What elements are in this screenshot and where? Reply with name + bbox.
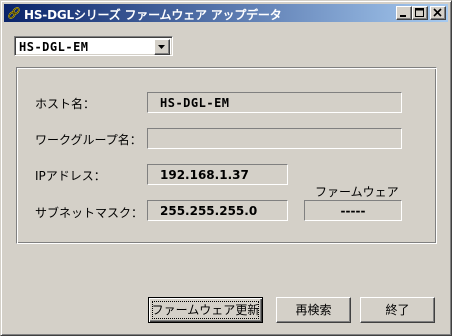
rescan-label: 再検索 — [295, 303, 332, 317]
title-bar[interactable]: HS-DGLシリーズ ファームウェア アップデータ — [4, 4, 448, 22]
firmware-update-button[interactable]: ファームウェア更新 — [148, 297, 263, 323]
maximize-icon — [415, 8, 424, 17]
host-name-field: HS-DGL-EM — [147, 92, 402, 113]
dropdown-button[interactable] — [154, 39, 170, 55]
workgroup-label: ワークグループ名： — [35, 133, 142, 147]
firmware-update-label: ファームウェア更新 — [151, 303, 260, 317]
subnet-mask-label: サブネットマスク： — [35, 206, 144, 220]
minimize-icon — [400, 15, 406, 17]
chevron-down-icon — [158, 45, 165, 49]
exit-label: 終了 — [385, 303, 410, 317]
link-chain-icon — [6, 5, 22, 21]
firmware-label: ファームウェア — [315, 185, 399, 199]
updater-window: HS-DGLシリーズ ファームウェア アップデータ HS-DGL-EM ホスト名… — [0, 0, 452, 336]
firmware-version-field: ----- — [304, 200, 402, 221]
exit-button[interactable]: 終了 — [360, 297, 435, 323]
subnet-mask-value: 255.255.255.0 — [160, 204, 258, 218]
rescan-button[interactable]: 再検索 — [276, 297, 351, 323]
maximize-button[interactable] — [412, 6, 428, 20]
device-select[interactable]: HS-DGL-EM — [14, 36, 173, 56]
host-name-label: ホスト名： — [35, 97, 96, 111]
window-title: HS-DGLシリーズ ファームウェア アップデータ — [24, 8, 282, 22]
host-name-value: HS-DGL-EM — [160, 96, 230, 110]
ip-address-value: 192.168.1.37 — [160, 168, 249, 182]
subnet-mask-field: 255.255.255.0 — [147, 200, 288, 221]
firmware-version-value: ----- — [340, 204, 366, 218]
workgroup-field — [147, 128, 402, 149]
ip-address-field: 192.168.1.37 — [147, 164, 288, 185]
close-icon — [433, 8, 442, 17]
close-button[interactable] — [430, 6, 446, 20]
minimize-button[interactable] — [396, 6, 412, 20]
ip-address-label: IPアドレス： — [35, 169, 106, 183]
device-select-value: HS-DGL-EM — [19, 40, 89, 54]
